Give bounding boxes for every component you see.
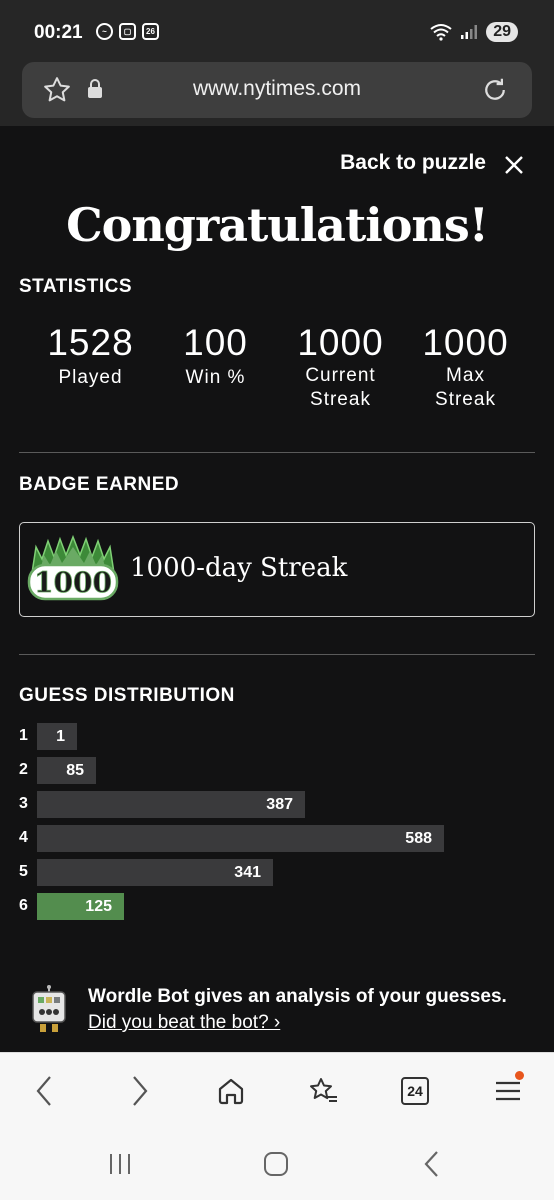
status-right: 29 xyxy=(430,22,518,42)
distribution-row: 3 387 xyxy=(19,791,535,825)
distribution-bar: 387 xyxy=(37,791,305,818)
address-bar[interactable]: www.nytimes.com xyxy=(22,62,532,118)
stat-win-percent: 100 Win % xyxy=(153,322,278,412)
menu-icon xyxy=(496,1081,520,1101)
wordle-bot-icon xyxy=(32,985,66,1032)
stat-label: Win % xyxy=(185,367,246,388)
calendar-icon: 26 xyxy=(142,23,159,40)
guess-number: 1 xyxy=(19,727,28,744)
streak-badge-icon: 1000 xyxy=(27,534,119,601)
home-nav-button[interactable] xyxy=(256,1146,296,1182)
stat-value: 1528 xyxy=(47,322,134,363)
divider xyxy=(19,654,535,655)
bookmarks-icon xyxy=(310,1078,337,1102)
tabs-button[interactable]: 24 xyxy=(395,1071,435,1111)
badge-title: BADGE EARNED xyxy=(19,474,180,495)
stats-modal: Back to puzzle Congratulations! STATISTI… xyxy=(0,126,554,1052)
back-nav-button[interactable] xyxy=(412,1146,452,1182)
tabs-icon: 24 xyxy=(401,1077,429,1105)
browser-address-area: www.nytimes.com xyxy=(0,62,554,126)
home-nav-icon xyxy=(264,1152,288,1176)
stat-value: 1000 xyxy=(297,322,384,363)
distribution-row: 6 125 xyxy=(19,893,535,927)
distribution-row: 2 85 xyxy=(19,757,535,791)
browser-toolbar: 24 xyxy=(0,1052,554,1128)
status-notification-icons: ~ ▢ 26 xyxy=(96,23,159,40)
divider xyxy=(19,452,535,453)
forward-button[interactable] xyxy=(120,1071,160,1111)
notification-dot xyxy=(515,1071,524,1080)
bookmarks-button[interactable] xyxy=(303,1071,343,1111)
stat-current-streak: 1000 Current Streak xyxy=(278,322,403,412)
close-icon[interactable] xyxy=(504,155,524,175)
guess-number: 4 xyxy=(19,829,28,846)
messenger-icon: ~ xyxy=(96,23,113,40)
battery-indicator: 29 xyxy=(486,22,518,42)
distribution-bar: 588 xyxy=(37,825,444,852)
back-arrow-icon xyxy=(36,1076,51,1106)
guess-number: 3 xyxy=(19,795,28,812)
beat-the-bot-link[interactable]: Did you beat the bot? › xyxy=(88,1012,280,1034)
wordle-bot-headline: Wordle Bot gives an analysis of your gue… xyxy=(88,986,507,1007)
badge-card[interactable]: 1000 1000-day Streak xyxy=(19,522,535,617)
menu-button[interactable] xyxy=(488,1071,528,1111)
url-text[interactable]: www.nytimes.com xyxy=(22,77,532,101)
system-nav-bar xyxy=(0,1128,554,1200)
forward-arrow-icon xyxy=(133,1076,148,1106)
back-button[interactable] xyxy=(24,1071,64,1111)
stat-max-streak: 1000 Max Streak xyxy=(403,322,528,412)
badge-label: 1000-day Streak xyxy=(130,553,348,583)
recent-apps-icon xyxy=(110,1154,130,1174)
guess-number: 2 xyxy=(19,761,28,778)
back-nav-icon xyxy=(424,1151,438,1177)
distribution-bar: 125 xyxy=(37,893,124,920)
status-bar: 00:21 ~ ▢ 26 29 xyxy=(0,0,554,62)
recent-apps-button[interactable] xyxy=(100,1146,140,1182)
statistics-title: STATISTICS xyxy=(19,276,133,297)
guess-distribution-chart: 1 1 2 85 3 387 4 588 5 341 6 125 xyxy=(19,723,535,927)
guess-number: 6 xyxy=(19,897,28,914)
distribution-title: GUESS DISTRIBUTION xyxy=(19,685,235,706)
signal-icon xyxy=(461,25,478,39)
stat-label: Played xyxy=(58,367,123,388)
back-to-puzzle-link[interactable]: Back to puzzle xyxy=(340,151,486,175)
statistics-row: 1528 Played 100 Win % 1000 Current Strea… xyxy=(28,322,528,412)
reload-icon[interactable] xyxy=(480,75,510,105)
distribution-bar: 1 xyxy=(37,723,77,750)
guess-number: 5 xyxy=(19,863,28,880)
distribution-row: 4 588 xyxy=(19,825,535,859)
stat-played: 1528 Played xyxy=(28,322,153,412)
distribution-bar: 341 xyxy=(37,859,273,886)
wifi-icon xyxy=(430,24,452,41)
wordle-bot-promo[interactable]: Wordle Bot gives an analysis of your gue… xyxy=(0,978,554,1058)
page-title: Congratulations! xyxy=(66,198,489,252)
screenshot-icon: ▢ xyxy=(119,23,136,40)
stat-label: Current Streak xyxy=(305,365,376,410)
distribution-row: 5 341 xyxy=(19,859,535,893)
status-time: 00:21 xyxy=(34,22,83,43)
home-button[interactable] xyxy=(211,1071,251,1111)
distribution-row: 11 xyxy=(19,723,535,757)
badge-number: 1000 xyxy=(34,566,112,599)
stat-label: Max Streak xyxy=(435,365,496,410)
stat-value: 100 xyxy=(183,322,248,363)
distribution-bar: 85 xyxy=(37,757,96,784)
home-icon xyxy=(218,1078,244,1105)
stat-value: 1000 xyxy=(422,322,509,363)
